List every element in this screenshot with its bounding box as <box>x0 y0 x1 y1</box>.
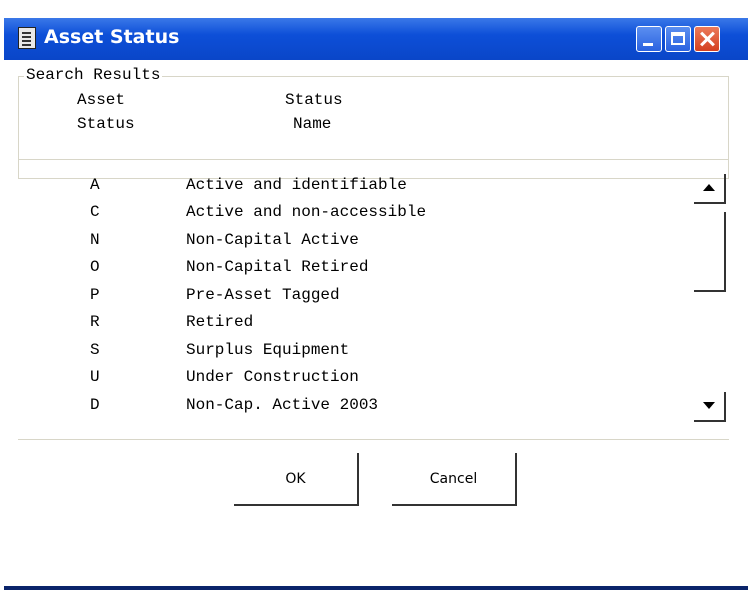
asset-status-window: Asset Status Asset Status Status Name Se… <box>4 18 748 590</box>
list-item[interactable]: O Non-Capital Retired <box>18 258 688 285</box>
column-header-status-line2: Name <box>293 115 332 133</box>
minimize-button[interactable] <box>636 26 662 52</box>
asset-status-code: O <box>90 258 100 276</box>
column-header-status-line1: Status <box>285 91 343 109</box>
list-item[interactable]: D Non-Cap. Active 2003 <box>18 396 688 423</box>
window-title: Asset Status <box>44 26 180 48</box>
list-item[interactable]: N Non-Capital Active <box>18 231 688 258</box>
list-item[interactable]: S Surplus Equipment <box>18 341 688 368</box>
status-name: Surplus Equipment <box>186 341 350 359</box>
list-item[interactable]: A Active and identifiable <box>18 176 688 203</box>
status-name: Under Construction <box>186 368 359 386</box>
document-icon <box>18 27 36 49</box>
list-item[interactable]: P Pre-Asset Tagged <box>18 286 688 313</box>
results-list[interactable]: A Active and identifiable C Active and n… <box>18 159 729 440</box>
scroll-down-button[interactable] <box>694 392 726 422</box>
list-item[interactable]: C Active and non-accessible <box>18 203 688 230</box>
dialog-body: Asset Status Status Name Search Results … <box>4 60 748 586</box>
status-name: Non-Cap. Active 2003 <box>186 396 379 414</box>
list-item[interactable]: R Retired <box>18 313 688 340</box>
asset-status-code: A <box>90 176 100 194</box>
status-name: Non-Capital Active <box>186 231 359 249</box>
status-name: Pre-Asset Tagged <box>186 286 340 304</box>
asset-status-code: C <box>90 203 100 221</box>
title-bar[interactable]: Asset Status <box>4 18 748 60</box>
close-button[interactable] <box>694 26 720 52</box>
scroll-up-button[interactable] <box>694 174 726 204</box>
ok-button[interactable]: OK <box>234 453 359 506</box>
search-results-legend: Search Results <box>24 66 163 84</box>
asset-status-code: D <box>90 396 100 414</box>
maximize-button[interactable] <box>665 26 691 52</box>
status-name: Retired <box>186 313 254 331</box>
asset-status-code: R <box>90 313 100 331</box>
column-header-asset-line2: Status <box>77 115 135 133</box>
asset-status-code: S <box>90 341 100 359</box>
column-header-asset-line1: Asset <box>77 91 126 109</box>
status-name: Non-Capital Retired <box>186 258 369 276</box>
cancel-button[interactable]: Cancel <box>392 453 517 506</box>
asset-status-code: P <box>90 286 100 304</box>
list-item[interactable]: U Under Construction <box>18 368 688 395</box>
asset-status-code: U <box>90 368 100 386</box>
asset-status-code: N <box>90 231 100 249</box>
scrollbar-track[interactable] <box>694 212 726 292</box>
status-name: Active and non-accessible <box>186 203 427 221</box>
status-name: Active and identifiable <box>186 176 407 194</box>
